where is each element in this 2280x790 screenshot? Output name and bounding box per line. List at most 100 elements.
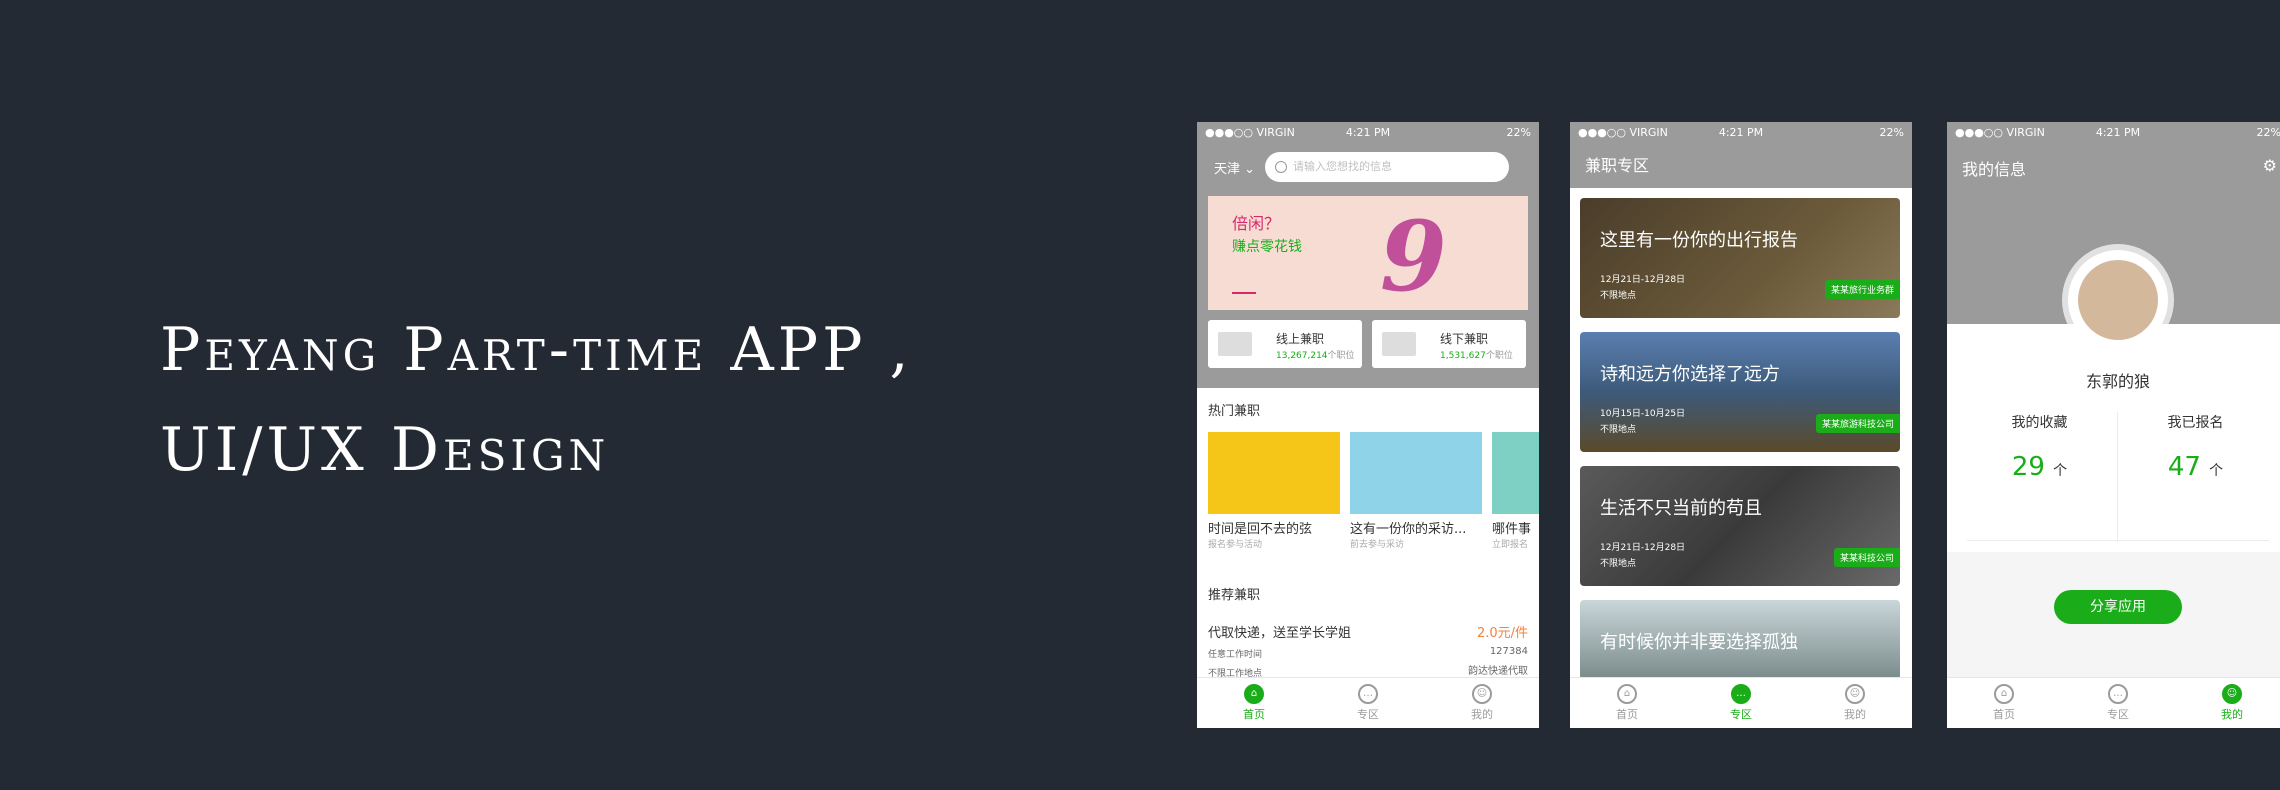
zone-card[interactable]: 这里有一份你的出行报告 12月21日-12月28日 不限地点 某某旅行业务群 xyxy=(1580,198,1900,318)
promo-banner[interactable]: 倍闲？ 赚点零花钱 9 xyxy=(1208,196,1528,313)
phone-mine: ●●●○○ VIRGIN 4:21 PM 22% 我的信息 ⚙ 东郭的狼 我的收… xyxy=(1947,122,2280,728)
status-bar: ●●●○○ VIRGIN 4:21 PM 22% xyxy=(1947,122,2280,144)
phone-home: ●●●○○ VIRGIN 4:21 PM 22% 天津 ⌄ 请输入您想找的信息 … xyxy=(1197,122,1539,728)
zone-title: 兼职专区 xyxy=(1570,144,1912,188)
username: 东郭的狼 xyxy=(2085,372,2150,391)
card-badge: 某某旅行业务群 xyxy=(1824,280,1900,299)
tab-mine-label: 我的 xyxy=(1471,708,1493,721)
hot-item[interactable]: 哪件事 立即报名 xyxy=(1492,432,1539,550)
hot-item-sub: 立即报名 xyxy=(1492,540,1529,550)
banner-line2: 赚点零花钱 xyxy=(1232,239,1302,255)
hot-item-image xyxy=(1350,432,1482,514)
battery: 22% xyxy=(2256,126,2280,139)
dots-icon: … xyxy=(1731,684,1751,704)
tab-home-label: 首页 xyxy=(1243,708,1265,721)
applied-stat[interactable]: 我已报名 47 个 xyxy=(2123,412,2268,482)
city-selector[interactable]: 天津 ⌄ xyxy=(1214,158,1255,177)
home-icon: ⌂ xyxy=(1994,684,2014,704)
tab-mine-label: 我的 xyxy=(1844,708,1866,721)
recommend-time: 任意工作时间 xyxy=(1208,650,1263,660)
hot-jobs-title: 热门兼职 xyxy=(1208,404,1261,419)
phone-zone: ●●●○○ VIRGIN 4:21 PM 22% 兼职专区 这里有一份你的出行报… xyxy=(1570,122,1912,728)
card-badge: 某某旅游科技公司 xyxy=(1815,414,1900,433)
avatar[interactable] xyxy=(2068,250,2168,350)
recommend-price: 2.0元/件 xyxy=(1476,626,1528,641)
tab-home[interactable]: ⌂ 首页 xyxy=(1197,678,1311,728)
banner-number: 9 xyxy=(1380,200,1447,313)
tab-zone-label: 专区 xyxy=(1730,708,1752,721)
gear-icon[interactable]: ⚙ xyxy=(2263,156,2277,175)
card-title: 这里有一份你的出行报告 xyxy=(1600,230,1798,251)
notebook-icon xyxy=(1382,332,1416,356)
recommend-title: 推荐兼职 xyxy=(1208,588,1261,603)
share-button[interactable]: 分享应用 xyxy=(2054,590,2182,624)
card-place: 不限地点 xyxy=(1600,291,1637,301)
user-icon: ☺ xyxy=(2222,684,2242,704)
card-place: 不限地点 xyxy=(1600,425,1637,435)
offline-jobs-unit: 个职位 xyxy=(1485,351,1513,361)
user-icon: ☺ xyxy=(1472,684,1492,704)
tab-mine[interactable]: ☺ 我的 xyxy=(1798,678,1912,728)
card-date: 12月21日-12月28日 xyxy=(1600,275,1686,285)
favorites-stat[interactable]: 我的收藏 29 个 xyxy=(1967,412,2112,482)
favorites-value: 29 xyxy=(2011,452,2045,482)
card-date: 12月21日-12月28日 xyxy=(1600,543,1686,553)
tab-home[interactable]: ⌂ 首页 xyxy=(1947,678,2061,728)
hot-item-title: 这有一份你的采访... xyxy=(1350,522,1467,537)
online-jobs-title: 线上兼职 xyxy=(1276,332,1325,346)
laptop-icon xyxy=(1218,332,1252,356)
card-date: 10月15日-10月25日 xyxy=(1600,409,1686,419)
tab-mine-label: 我的 xyxy=(2221,708,2243,721)
online-jobs-card[interactable]: 线上兼职 13,267,214个职位 xyxy=(1208,320,1362,368)
recommend-views: 127384 xyxy=(1489,646,1528,657)
tab-zone-label: 专区 xyxy=(2107,708,2129,721)
search-input[interactable]: 请输入您想找的信息 xyxy=(1265,152,1509,182)
card-title: 诗和远方你选择了远方 xyxy=(1600,364,1780,385)
offline-jobs-count: 1,531,627 xyxy=(1440,351,1486,361)
tab-zone-label: 专区 xyxy=(1357,708,1379,721)
profile-title: 我的信息 xyxy=(1962,160,2027,179)
tab-home-label: 首页 xyxy=(1993,708,2015,721)
banner-divider xyxy=(1232,292,1256,294)
banner-line1: 倍闲？ xyxy=(1232,214,1281,233)
zone-card[interactable]: 诗和远方你选择了远方 10月15日-10月25日 不限地点 某某旅游科技公司 xyxy=(1580,332,1900,452)
applied-value: 47 xyxy=(2167,452,2201,482)
applied-unit: 个 xyxy=(2209,463,2224,479)
hot-item[interactable]: 这有一份你的采访... 前去参与采访 xyxy=(1350,432,1482,550)
online-jobs-count: 13,267,214 xyxy=(1276,351,1328,361)
tab-home-label: 首页 xyxy=(1616,708,1638,721)
tab-zone[interactable]: … 专区 xyxy=(1311,678,1425,728)
hero-title: Peyang Part-time APP , UI/UX Design xyxy=(160,300,913,500)
home-icon: ⌂ xyxy=(1244,684,1264,704)
tab-mine[interactable]: ☺ 我的 xyxy=(1425,678,1539,728)
hot-item[interactable]: 时间是回不去的弦 报名参与活动 xyxy=(1208,432,1340,550)
clock: 4:21 PM xyxy=(1345,126,1391,139)
hero-line2: UI/UX Design xyxy=(160,415,610,485)
tab-zone[interactable]: … 专区 xyxy=(2061,678,2175,728)
tab-zone[interactable]: … 专区 xyxy=(1684,678,1798,728)
zone-card[interactable]: 生活不只当前的苟且 12月21日-12月28日 不限地点 某某科技公司 xyxy=(1580,466,1900,586)
tab-home[interactable]: ⌂ 首页 xyxy=(1570,678,1684,728)
hot-item-sub: 报名参与活动 xyxy=(1208,540,1263,550)
dots-icon: … xyxy=(1358,684,1378,704)
battery: 22% xyxy=(1506,126,1531,139)
offline-jobs-card[interactable]: 线下兼职 1,531,627个职位 xyxy=(1372,320,1526,368)
card-title: 生活不只当前的苟且 xyxy=(1600,498,1762,519)
card-title: 有时候你并非要选择孤独 xyxy=(1600,632,1798,653)
status-bar: ●●●○○ VIRGIN 4:21 PM 22% xyxy=(1570,122,1912,144)
hot-item-image xyxy=(1208,432,1340,514)
offline-jobs-title: 线下兼职 xyxy=(1440,332,1489,346)
divider xyxy=(1967,540,2269,541)
hot-item-image xyxy=(1492,432,1539,514)
tab-bar: ⌂ 首页 … 专区 ☺ 我的 xyxy=(1570,677,1912,728)
tab-bar: ⌂ 首页 … 专区 ☺ 我的 xyxy=(1947,677,2280,728)
applied-label: 我已报名 xyxy=(2167,415,2224,431)
tab-mine[interactable]: ☺ 我的 xyxy=(2175,678,2280,728)
card-badge: 某某科技公司 xyxy=(1833,548,1900,567)
card-place: 不限地点 xyxy=(1600,559,1637,569)
home-header: 天津 ⌄ 请输入您想找的信息 倍闲？ 赚点零花钱 9 线上兼职 13,267,2… xyxy=(1197,144,1539,388)
recommend-item[interactable]: 代取快递，送至学长学姐 2.0元/件 任意工作时间 不限工作地点 127384 … xyxy=(1208,622,1528,679)
online-jobs-unit: 个职位 xyxy=(1327,351,1355,361)
divider xyxy=(2117,412,2118,542)
zone-card[interactable]: 有时候你并非要选择孤独 xyxy=(1580,600,1900,680)
